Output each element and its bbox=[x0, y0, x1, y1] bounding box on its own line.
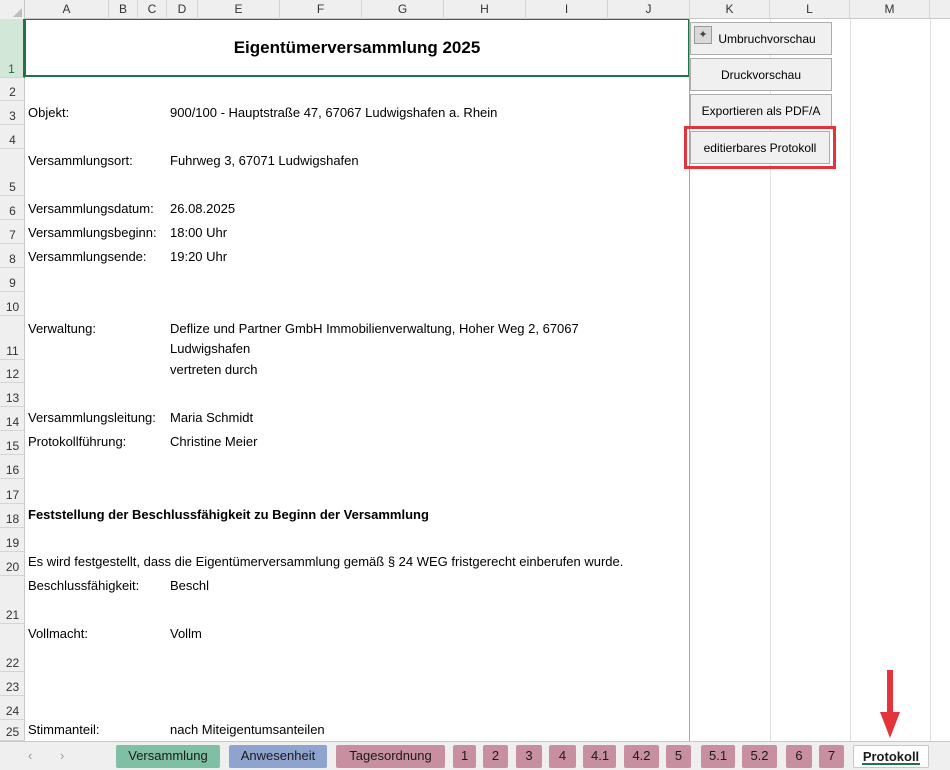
column-header-h[interactable]: H bbox=[444, 0, 526, 19]
tab-protokoll[interactable]: Protokoll bbox=[853, 745, 929, 768]
row-header-1[interactable]: 1 bbox=[0, 19, 25, 78]
row-header-bar: 1 2 3 4 5 6 7 8 9 10 11 12 13 14 15 16 1… bbox=[0, 19, 25, 741]
ende-label[interactable]: Versammlungsende: bbox=[28, 249, 147, 265]
row-header-9[interactable]: 9 bbox=[0, 268, 25, 292]
vollmacht-label[interactable]: Vollmacht: bbox=[28, 626, 88, 642]
export-pdfa-button[interactable]: Exportieren als PDF/A bbox=[690, 94, 832, 127]
column-header-j[interactable]: J bbox=[608, 0, 690, 19]
row-header-4[interactable]: 4 bbox=[0, 125, 25, 149]
verwaltung-label[interactable]: Verwaltung: bbox=[28, 321, 96, 337]
prev-sheet-icon[interactable]: ‹ bbox=[28, 748, 32, 763]
column-header-b[interactable]: B bbox=[109, 0, 138, 19]
row-header-10[interactable]: 10 bbox=[0, 292, 25, 316]
objekt-value[interactable]: 900/100 - Hauptstraße 47, 67067 Ludwigsh… bbox=[170, 105, 497, 121]
row-header-6[interactable]: 6 bbox=[0, 196, 25, 220]
tab-4[interactable]: 4 bbox=[549, 745, 576, 768]
row-header-5[interactable]: 5 bbox=[0, 149, 25, 196]
stimmanteil-label[interactable]: Stimmanteil: bbox=[28, 722, 100, 738]
row-header-14[interactable]: 14 bbox=[0, 407, 25, 431]
verwaltung-value-line2[interactable]: Ludwigshafen bbox=[170, 341, 250, 357]
row-header-2[interactable]: 2 bbox=[0, 78, 25, 101]
tab-6[interactable]: 6 bbox=[786, 745, 812, 768]
arrow-shaft bbox=[887, 670, 893, 716]
ort-label[interactable]: Versammlungsort: bbox=[28, 153, 133, 169]
row-header-25[interactable]: 25 bbox=[0, 720, 25, 741]
verwaltung-value-line3[interactable]: vertreten durch bbox=[170, 362, 257, 378]
row-header-18[interactable]: 18 bbox=[0, 504, 25, 528]
column-header-a[interactable]: A bbox=[25, 0, 109, 19]
column-header-l[interactable]: L bbox=[770, 0, 850, 19]
leitung-label[interactable]: Versammlungsleitung: bbox=[28, 410, 156, 426]
druckvorschau-button[interactable]: Druckvorschau bbox=[690, 58, 832, 91]
leitung-value[interactable]: Maria Schmidt bbox=[170, 410, 253, 426]
row-header-15[interactable]: 15 bbox=[0, 431, 25, 455]
datum-label[interactable]: Versammlungsdatum: bbox=[28, 201, 154, 217]
column-header-e[interactable]: E bbox=[198, 0, 280, 19]
row-header-24[interactable]: 24 bbox=[0, 696, 25, 720]
tab-5[interactable]: 5 bbox=[666, 745, 691, 768]
title-cell[interactable]: Eigentümerversammlung 2025 bbox=[25, 19, 689, 77]
print-area bbox=[25, 19, 689, 741]
section-heading[interactable]: Feststellung der Beschlussfähigkeit zu B… bbox=[28, 507, 429, 523]
row-header-22[interactable]: 22 bbox=[0, 624, 25, 672]
tab-7[interactable]: 7 bbox=[819, 745, 844, 768]
beginn-value[interactable]: 18:00 Uhr bbox=[170, 225, 227, 241]
row-header-11[interactable]: 11 bbox=[0, 316, 25, 360]
umbruchvorschau-button[interactable]: ✦ Umbruchvorschau bbox=[690, 22, 832, 55]
row-header-16[interactable]: 16 bbox=[0, 455, 25, 479]
next-sheet-icon[interactable]: › bbox=[60, 748, 64, 763]
objekt-label[interactable]: Objekt: bbox=[28, 105, 69, 121]
row-header-7[interactable]: 7 bbox=[0, 220, 25, 244]
column-header-d[interactable]: D bbox=[167, 0, 198, 19]
protokoll-value[interactable]: Christine Meier bbox=[170, 434, 257, 450]
tab-3[interactable]: 3 bbox=[516, 745, 542, 768]
select-all-corner[interactable] bbox=[0, 0, 25, 19]
column-header-i[interactable]: I bbox=[526, 0, 608, 19]
row-header-13[interactable]: 13 bbox=[0, 383, 25, 407]
red-arrow-annotation bbox=[880, 670, 900, 738]
tab-2[interactable]: 2 bbox=[483, 745, 508, 768]
tab-1[interactable]: 1 bbox=[453, 745, 476, 768]
column-header-c[interactable]: C bbox=[138, 0, 167, 19]
datum-value[interactable]: 26.08.2025 bbox=[170, 201, 235, 217]
sheet-tab-bar: ‹ › Versammlung Anwesenheit Tagesordnung… bbox=[0, 741, 950, 770]
umbruchvorschau-label: Umbruchvorschau bbox=[718, 31, 816, 46]
row-header-23[interactable]: 23 bbox=[0, 672, 25, 696]
magic-wand-icon: ✦ bbox=[694, 26, 712, 44]
row-header-19[interactable]: 19 bbox=[0, 528, 25, 552]
column-header-k[interactable]: K bbox=[690, 0, 770, 19]
ende-value[interactable]: 19:20 Uhr bbox=[170, 249, 227, 265]
column-header-f[interactable]: F bbox=[280, 0, 362, 19]
ort-value[interactable]: Fuhrweg 3, 67071 Ludwigshafen bbox=[170, 153, 359, 169]
beschluss-label[interactable]: Beschlussfähigkeit: bbox=[28, 578, 139, 594]
column-header-bar: A B C D E F G H I J K L M bbox=[0, 0, 950, 19]
tab-anwesenheit[interactable]: Anwesenheit bbox=[229, 745, 327, 768]
arrow-head bbox=[880, 712, 900, 738]
row-header-12[interactable]: 12 bbox=[0, 360, 25, 383]
stimmanteil-value[interactable]: nach Miteigentumsanteilen bbox=[170, 722, 325, 738]
tab-versammlung[interactable]: Versammlung bbox=[116, 745, 220, 768]
column-header-m[interactable]: M bbox=[850, 0, 930, 19]
row-header-8[interactable]: 8 bbox=[0, 244, 25, 268]
column-header-g[interactable]: G bbox=[362, 0, 444, 19]
editierbares-protokoll-button[interactable]: editierbares Protokoll bbox=[690, 131, 830, 164]
row-header-21[interactable]: 21 bbox=[0, 576, 25, 624]
gridline-m-n bbox=[930, 19, 931, 741]
tab-5-2[interactable]: 5.2 bbox=[742, 745, 777, 768]
tab-4-1[interactable]: 4.1 bbox=[583, 745, 616, 768]
tab-tagesordnung[interactable]: Tagesordnung bbox=[336, 745, 445, 768]
statement-text[interactable]: Es wird festgestellt, dass die Eigentüme… bbox=[28, 554, 623, 570]
verwaltung-value-line1[interactable]: Deflize und Partner GmbH Immobilienverwa… bbox=[170, 321, 579, 337]
vollmacht-value[interactable]: Vollm bbox=[170, 626, 202, 642]
row-header-20[interactable]: 20 bbox=[0, 552, 25, 576]
protokoll-label[interactable]: Protokollführung: bbox=[28, 434, 126, 450]
tab-4-2[interactable]: 4.2 bbox=[624, 745, 659, 768]
row-header-17[interactable]: 17 bbox=[0, 479, 25, 504]
row-header-3[interactable]: 3 bbox=[0, 101, 25, 125]
gridline-l-m bbox=[850, 19, 851, 741]
beschluss-value[interactable]: Beschl bbox=[170, 578, 209, 594]
tab-5-1[interactable]: 5.1 bbox=[701, 745, 735, 768]
beginn-label[interactable]: Versammlungsbeginn: bbox=[28, 225, 157, 241]
